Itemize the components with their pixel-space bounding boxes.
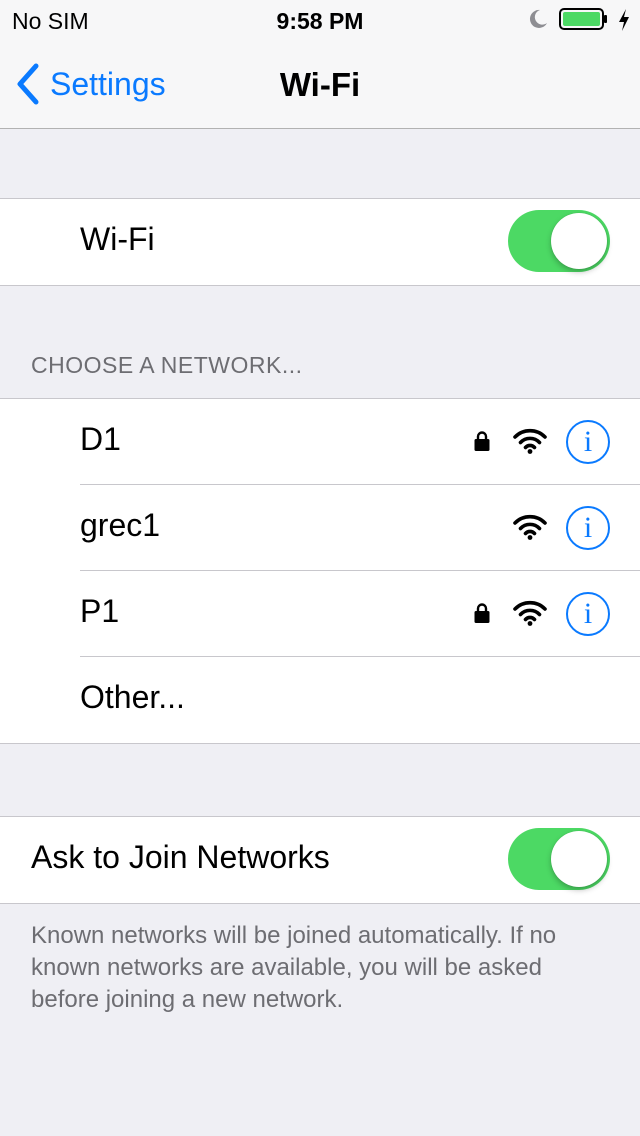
lock-icon	[474, 603, 490, 623]
page-title: Wi-Fi	[279, 66, 361, 103]
ask-to-join-switch[interactable]	[508, 828, 610, 890]
switch-knob	[551, 831, 607, 887]
wifi-toggle-group: Wi-Fi	[0, 198, 640, 286]
ask-to-join-footer: Known networks will be joined automatica…	[31, 922, 557, 1013]
wifi-toggle-row: Wi-Fi	[0, 199, 640, 285]
ask-to-join-row: Ask to Join Networks	[0, 817, 640, 903]
network-name: D1	[80, 421, 121, 457]
info-icon[interactable]: i	[566, 506, 610, 550]
ask-to-join-label: Ask to Join Networks	[31, 839, 330, 875]
info-icon[interactable]: i	[566, 420, 610, 464]
network-row-d1[interactable]: D1 i	[0, 399, 640, 485]
network-list: D1 i grec1 i P1 i Other...	[0, 398, 640, 744]
lock-icon	[474, 431, 490, 451]
switch-knob	[551, 213, 607, 269]
wifi-signal-icon	[513, 428, 547, 454]
moon-icon	[529, 9, 547, 28]
battery-icon	[559, 8, 607, 30]
wifi-signal-icon	[513, 600, 547, 626]
wifi-signal-icon	[513, 514, 547, 540]
status-bar: No SIM 9:58 PM	[0, 0, 640, 40]
network-name: grec1	[80, 507, 161, 543]
other-network-label: Other...	[80, 679, 185, 715]
network-row-p1[interactable]: P1 i	[0, 571, 640, 657]
navigation-bar: Settings Wi-Fi	[0, 40, 640, 129]
network-row-grec1[interactable]: grec1 i	[0, 485, 640, 571]
other-network-row[interactable]: Other...	[0, 657, 640, 743]
info-icon[interactable]: i	[566, 592, 610, 636]
charging-bolt-icon	[619, 9, 629, 31]
wifi-toggle-label: Wi-Fi	[80, 221, 155, 257]
ask-to-join-group: Ask to Join Networks	[0, 816, 640, 904]
wifi-switch[interactable]	[508, 210, 610, 272]
choose-network-header: CHOOSE A NETWORK...	[31, 352, 303, 378]
network-name: P1	[80, 593, 120, 629]
